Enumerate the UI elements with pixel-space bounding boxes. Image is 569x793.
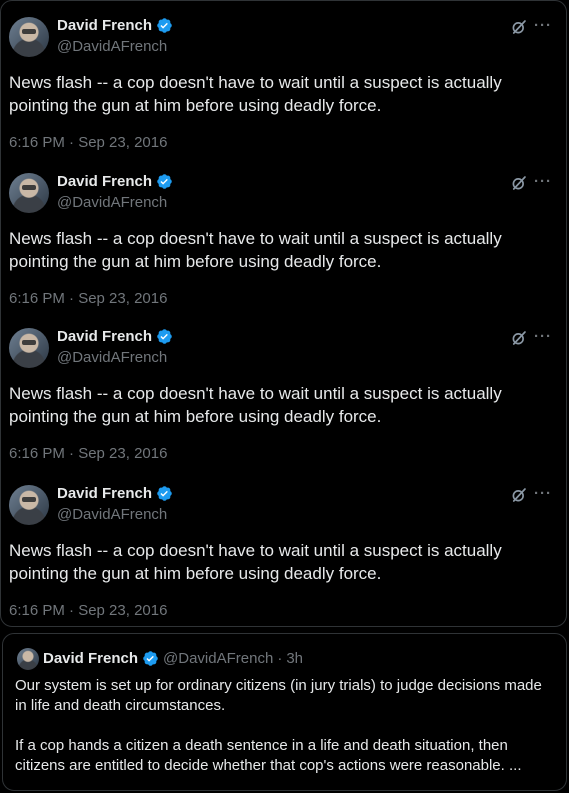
- grok-icon[interactable]: [510, 329, 528, 347]
- tweet-text: News flash -- a cop doesn't have to wait…: [9, 73, 502, 115]
- author-handle[interactable]: @DavidAFrench: [57, 506, 167, 523]
- separator-dot: ·: [277, 650, 283, 667]
- more-icon[interactable]: ···: [534, 173, 552, 190]
- more-icon[interactable]: ···: [534, 485, 552, 502]
- quote-timestamp[interactable]: 3h: [286, 650, 303, 667]
- tweet-timestamp[interactable]: 6:16 PM · Sep 23, 2016: [9, 134, 167, 151]
- author-name[interactable]: David French: [57, 17, 152, 34]
- verified-badge-icon: [157, 486, 172, 501]
- quote-author-handle[interactable]: @DavidAFrench: [163, 650, 273, 667]
- quote-paragraph: Our system is set up for ordinary citize…: [15, 677, 542, 714]
- verified-badge-icon: [143, 651, 158, 666]
- tweet-timestamp[interactable]: 6:16 PM · Sep 23, 2016: [9, 602, 167, 619]
- avatar[interactable]: [9, 485, 49, 525]
- tweet[interactable]: David French @DavidAFrench ··· News flas…: [1, 157, 566, 313]
- author-name[interactable]: David French: [57, 173, 152, 190]
- avatar[interactable]: [9, 328, 49, 368]
- avatar[interactable]: [9, 173, 49, 213]
- tweet-stack-card: David French @DavidAFrench ··· News flas…: [0, 0, 567, 627]
- verified-badge-icon: [157, 329, 172, 344]
- tweet-text: News flash -- a cop doesn't have to wait…: [9, 541, 502, 583]
- grok-icon[interactable]: [510, 18, 528, 36]
- avatar[interactable]: [9, 17, 49, 57]
- tweet-text: News flash -- a cop doesn't have to wait…: [9, 384, 502, 426]
- author-name[interactable]: David French: [57, 328, 152, 345]
- verified-badge-icon: [157, 18, 172, 33]
- quoted-tweet[interactable]: David French @DavidAFrench · 3h Our syst…: [2, 633, 567, 791]
- quote-avatar[interactable]: [17, 648, 39, 670]
- tweet[interactable]: David French @DavidAFrench ··· News flas…: [1, 469, 566, 625]
- author-name[interactable]: David French: [57, 485, 152, 502]
- grok-icon[interactable]: [510, 174, 528, 192]
- author-handle[interactable]: @DavidAFrench: [57, 38, 167, 55]
- author-handle[interactable]: @DavidAFrench: [57, 349, 167, 366]
- quote-text: Our system is set up for ordinary citize…: [15, 676, 555, 793]
- quote-paragraph: If a cop hands a citizen a death sentenc…: [15, 737, 522, 774]
- more-icon[interactable]: ···: [534, 17, 552, 34]
- tweet-timestamp[interactable]: 6:16 PM · Sep 23, 2016: [9, 445, 167, 462]
- tweet[interactable]: David French @DavidAFrench ··· News flas…: [1, 312, 566, 468]
- more-icon[interactable]: ···: [534, 328, 552, 345]
- tweet-timestamp[interactable]: 6:16 PM · Sep 23, 2016: [9, 290, 167, 307]
- verified-badge-icon: [157, 174, 172, 189]
- tweet-text: News flash -- a cop doesn't have to wait…: [9, 229, 502, 271]
- quote-author-name[interactable]: David French: [43, 650, 138, 667]
- tweet[interactable]: David French @DavidAFrench ··· News flas…: [1, 1, 566, 157]
- author-handle[interactable]: @DavidAFrench: [57, 194, 167, 211]
- grok-icon[interactable]: [510, 486, 528, 504]
